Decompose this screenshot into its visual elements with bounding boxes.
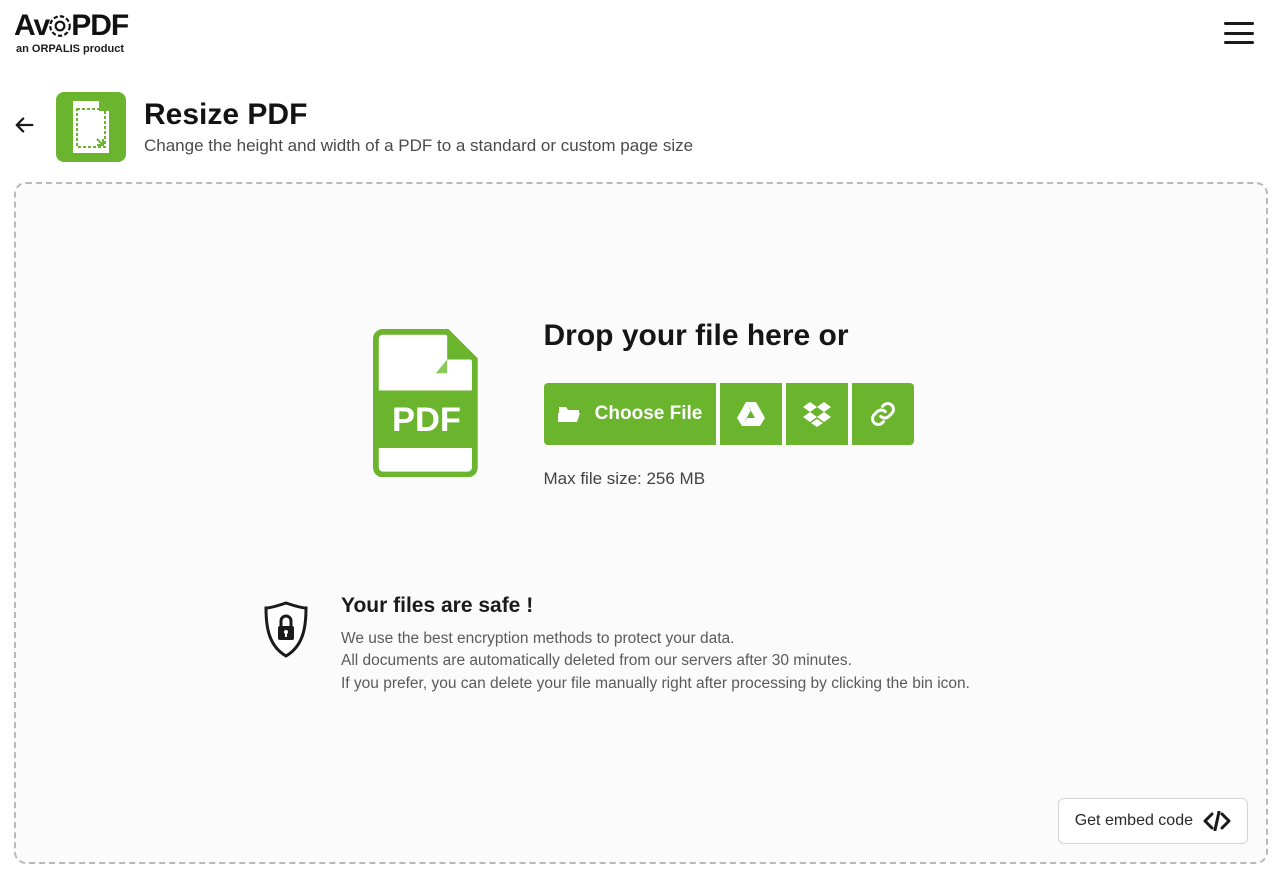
safety-line1: We use the best encryption methods to pr… — [341, 628, 970, 650]
logo-swirl-icon — [47, 13, 73, 39]
google-drive-button[interactable] — [720, 383, 782, 445]
dropbox-button[interactable] — [786, 383, 848, 445]
pdf-file-icon: PDF — [369, 327, 484, 482]
choose-file-label: Choose File — [595, 403, 703, 425]
logo-subline: an ORPALIS product — [16, 43, 124, 55]
code-icon — [1203, 811, 1231, 831]
shield-lock-icon — [261, 600, 311, 665]
google-drive-icon — [736, 401, 766, 427]
back-button[interactable] — [14, 112, 38, 143]
upload-controls: Drop your file here or Choose File — [544, 319, 914, 489]
arrow-left-icon — [14, 114, 36, 136]
tool-logo — [56, 92, 126, 162]
safety-info: Your files are safe ! We use the best en… — [261, 594, 970, 695]
drop-heading: Drop your file here or — [544, 319, 914, 353]
header: Av PDF an ORPALIS product — [0, 0, 1282, 60]
tool-title-block: Resize PDF Change the height and width o… — [144, 98, 693, 156]
page-title: Resize PDF — [144, 98, 693, 132]
choose-file-button[interactable]: Choose File — [544, 383, 716, 445]
link-icon — [869, 400, 897, 428]
resize-page-icon — [67, 99, 115, 155]
safety-text: Your files are safe ! We use the best en… — [341, 594, 970, 695]
logo-suffix: PDF — [71, 11, 128, 41]
url-button[interactable] — [852, 383, 914, 445]
page-subtitle: Change the height and width of a PDF to … — [144, 136, 693, 156]
safety-line3: If you prefer, you can delete your file … — [341, 673, 970, 695]
dropzone[interactable]: PDF Drop your file here or Choose File — [14, 182, 1268, 864]
safety-line2: All documents are automatically deleted … — [341, 650, 970, 672]
logo-prefix: Av — [14, 11, 49, 41]
svg-text:PDF: PDF — [392, 400, 461, 438]
max-file-size: Max file size: 256 MB — [544, 469, 914, 489]
folder-open-icon — [557, 404, 581, 424]
tool-header: Resize PDF Change the height and width o… — [14, 92, 1268, 162]
upload-area: PDF Drop your file here or Choose File — [16, 184, 1266, 489]
menu-icon[interactable] — [1224, 22, 1254, 44]
logo-text: Av PDF — [14, 11, 128, 41]
dropbox-icon — [802, 401, 832, 427]
get-embed-code-button[interactable]: Get embed code — [1058, 798, 1248, 844]
embed-label: Get embed code — [1075, 812, 1193, 830]
safety-title: Your files are safe ! — [341, 594, 970, 618]
source-button-row: Choose File — [544, 383, 914, 445]
logo[interactable]: Av PDF an ORPALIS product — [14, 11, 128, 55]
